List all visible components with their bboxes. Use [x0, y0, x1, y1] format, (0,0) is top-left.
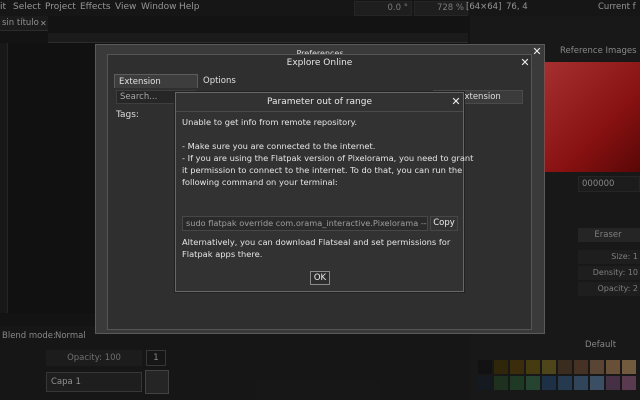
error-message-line: it permission to connect to the internet…: [182, 165, 463, 175]
close-icon[interactable]: ✕: [450, 96, 462, 108]
close-icon[interactable]: ✕: [531, 46, 543, 58]
copy-button[interactable]: Copy: [430, 216, 458, 231]
tab-options[interactable]: Options: [199, 74, 240, 88]
terminal-command-field[interactable]: sudo flatpak override com.orama_interact…: [182, 216, 428, 231]
error-message-line: - If you are using the Flatpak version o…: [182, 153, 474, 163]
error-dialog: Parameter out of range ✕ Unable to get i…: [175, 92, 473, 292]
tags-label: Tags:: [116, 110, 139, 120]
tab-extension-explorer[interactable]: Extension Explorer: [114, 74, 198, 101]
error-message-line: Alternatively, you can download Flatseal…: [182, 237, 451, 247]
error-message-line: Flatpak apps there.: [182, 249, 263, 259]
error-message-line: - Make sure you are connected to the int…: [182, 141, 376, 151]
ok-button[interactable]: OK: [310, 271, 330, 285]
explore-title: Explore Online: [286, 58, 353, 68]
error-message-line: following command on your terminal:: [182, 177, 338, 187]
error-message-line: Unable to get info from remote repositor…: [182, 117, 357, 127]
close-icon[interactable]: ✕: [519, 57, 531, 69]
error-dialog-title: Parameter out of range: [176, 93, 463, 112]
